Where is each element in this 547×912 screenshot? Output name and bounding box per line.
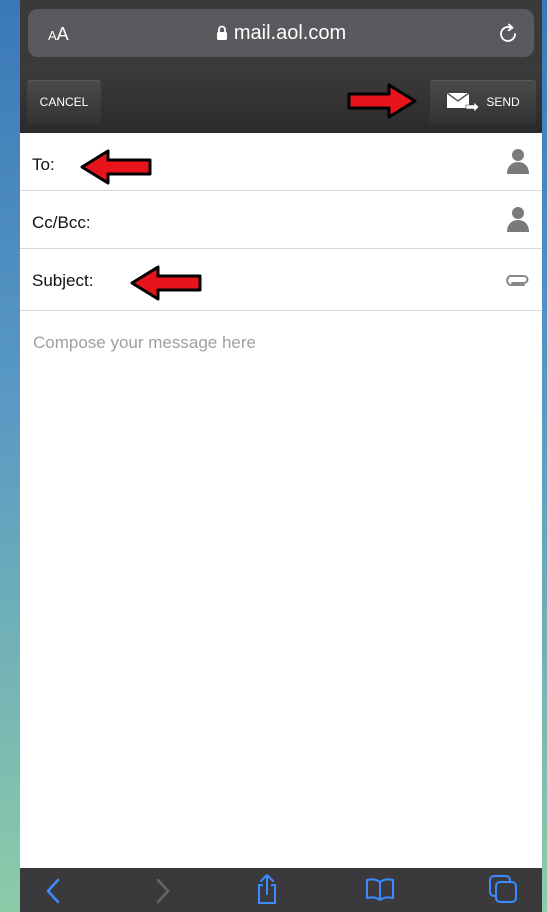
message-body[interactable]	[20, 311, 542, 868]
send-button[interactable]: SEND	[430, 80, 536, 124]
annotation-arrow-send	[347, 83, 417, 119]
chevron-left-icon[interactable]	[45, 878, 61, 904]
to-label: To:	[32, 155, 55, 174]
bookmarks-icon[interactable]	[365, 876, 395, 902]
browser-bottom-bar	[20, 868, 542, 912]
compose-toolbar: CANCEL SEND	[20, 68, 542, 133]
compose-placeholder: Compose your message here	[33, 333, 257, 352]
address-bar: AA mail.aol.com	[20, 0, 542, 68]
phone-screen: AA mail.aol.com CANCEL SEND To: Cc/Bcc: …	[20, 0, 542, 912]
add-contact-icon[interactable]	[506, 205, 530, 233]
share-icon[interactable]	[256, 873, 278, 905]
url-display[interactable]: mail.aol.com	[28, 22, 534, 45]
paperclip-icon[interactable]	[504, 273, 530, 287]
cc-bcc-label: Cc/Bcc:	[32, 213, 91, 232]
add-contact-icon[interactable]	[506, 147, 530, 175]
cc-bcc-field[interactable]: Cc/Bcc:	[20, 191, 542, 249]
reload-icon[interactable]	[498, 21, 520, 45]
cancel-button[interactable]: CANCEL	[27, 80, 101, 124]
url-text: mail.aol.com	[233, 22, 347, 44]
send-mail-icon	[446, 92, 480, 113]
url-field[interactable]: AA mail.aol.com	[28, 9, 534, 57]
lock-icon	[216, 25, 227, 40]
annotation-arrow-subject	[130, 265, 202, 301]
subject-field[interactable]: Subject:	[20, 249, 542, 311]
chevron-right-icon[interactable]	[155, 878, 171, 904]
tabs-icon[interactable]	[488, 874, 518, 904]
annotation-arrow-to	[80, 149, 152, 185]
subject-label: Subject:	[32, 271, 94, 290]
